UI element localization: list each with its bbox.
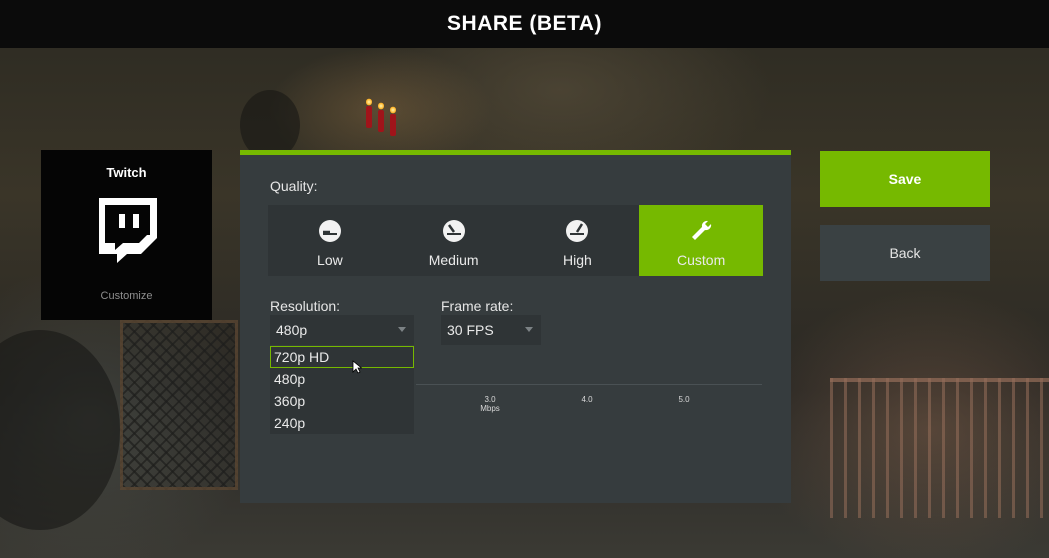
resolution-dropdown-list: 720p HD 480p 360p 240p: [270, 346, 414, 434]
quality-option-medium[interactable]: Medium: [391, 205, 516, 276]
bitrate-tick: 5.0: [678, 395, 690, 404]
quality-option-high[interactable]: High: [515, 205, 640, 276]
frame-rate-select[interactable]: 30 FPS: [441, 315, 541, 345]
quality-option-label: Low: [317, 252, 343, 268]
bitrate-slider-track[interactable]: [416, 384, 762, 385]
background-candle: [378, 102, 384, 132]
background-candle: [366, 98, 372, 128]
quality-label: Quality:: [270, 178, 318, 194]
back-button[interactable]: Back: [820, 225, 990, 281]
mouse-cursor-icon: [352, 360, 362, 374]
gauge-low-icon: [318, 220, 341, 242]
quality-option-label: High: [562, 252, 592, 268]
customize-link[interactable]: Customize: [101, 290, 153, 302]
resolution-label: Resolution:: [270, 298, 341, 314]
chevron-down-icon: [525, 327, 533, 332]
quality-option-low[interactable]: Low: [268, 205, 392, 276]
quality-option-label: Custom: [677, 252, 726, 268]
background-rock: [0, 330, 120, 530]
quality-selector: Low Medium High Custom: [268, 205, 763, 276]
quality-option-label: Medium: [428, 252, 479, 268]
bitrate-tick: 3.0 Mbps: [478, 395, 502, 413]
wrench-icon: [692, 220, 712, 240]
background-grate: [120, 320, 238, 490]
background-candle: [390, 106, 396, 136]
page-title: SHARE (BETA): [447, 12, 602, 35]
service-name: Twitch: [106, 165, 147, 180]
save-button[interactable]: Save: [820, 151, 990, 207]
twitch-logo-icon: [98, 198, 157, 263]
gauge-high-icon: [566, 220, 589, 242]
resolution-option[interactable]: 720p HD: [270, 346, 414, 368]
frame-rate-value: 30 FPS: [447, 322, 494, 338]
bitrate-unit: Mbps: [480, 404, 500, 413]
quality-option-custom[interactable]: Custom: [639, 205, 763, 276]
gauge-medium-icon: [442, 220, 465, 242]
resolution-value: 480p: [276, 322, 308, 338]
settings-panel: Quality: Low Medium High Custom Resoluti…: [240, 150, 791, 503]
title-bar: SHARE (BETA): [0, 0, 1049, 48]
background-fence: [830, 378, 1049, 518]
resolution-option[interactable]: 240p: [270, 412, 414, 434]
resolution-option[interactable]: 480p: [270, 368, 414, 390]
bitrate-tick: 4.0: [581, 395, 593, 404]
service-card-twitch[interactable]: Twitch Customize: [41, 150, 212, 320]
chevron-down-icon: [398, 327, 406, 332]
resolution-option[interactable]: 360p: [270, 390, 414, 412]
resolution-select[interactable]: 480p: [270, 315, 414, 345]
frame-rate-label: Frame rate:: [441, 298, 514, 314]
